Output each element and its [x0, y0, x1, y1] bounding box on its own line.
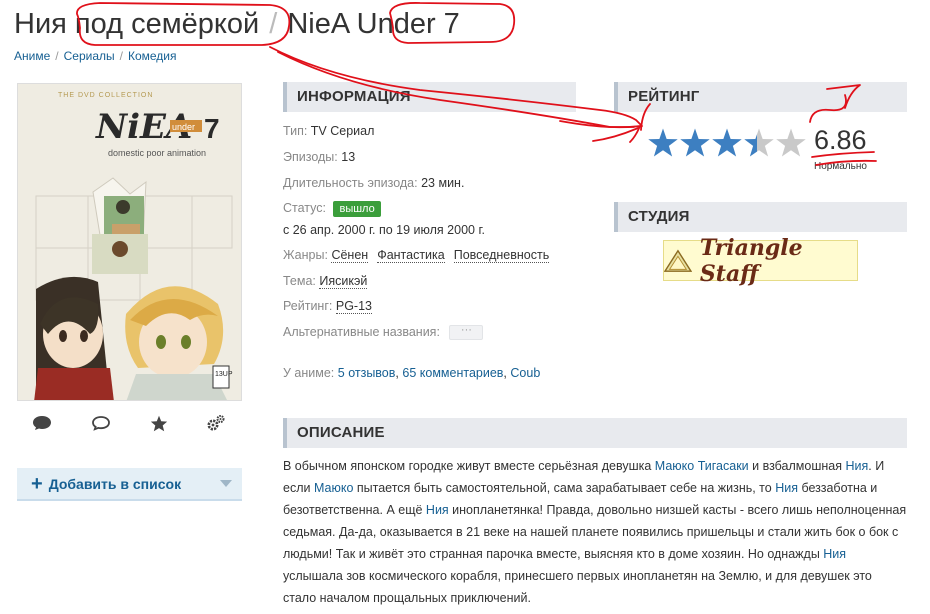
info-duration-row: Длительность эпизода: 23 мин.	[283, 176, 464, 190]
info-episodes-row: Эпизоды: 13	[283, 150, 355, 164]
title-separator: /	[269, 8, 278, 40]
poster-actions	[17, 412, 242, 436]
rating-stars	[648, 128, 806, 157]
character-link[interactable]: Ния	[775, 481, 798, 495]
info-theme-row: Тема: Иясикэй	[283, 274, 376, 289]
info-status-label: Статус:	[283, 201, 326, 215]
character-link[interactable]: Ния	[426, 503, 449, 517]
status-badge: вышло	[333, 201, 381, 217]
breadcrumb-separator: /	[55, 49, 59, 63]
breadcrumb-series[interactable]: Сериалы	[64, 49, 115, 63]
info-dates: с 26 апр. 2000 г. по 19 июля 2000 г.	[283, 223, 485, 237]
alt-names-expand-button[interactable]: ···	[449, 325, 484, 341]
info-dates-value: с 26 апр. 2000 г. по 19 июля 2000 г.	[283, 223, 485, 237]
info-duration-label: Длительность эпизода:	[283, 176, 418, 190]
character-link[interactable]: Ния	[823, 547, 846, 561]
star-icon[interactable]	[147, 412, 171, 434]
add-to-list-button[interactable]: + Добавить в список	[17, 468, 242, 501]
breadcrumb-comedy[interactable]: Комедия	[128, 49, 177, 63]
genre-link-shonen[interactable]: Сёнен	[331, 248, 369, 263]
info-genres-label: Жанры:	[283, 248, 328, 262]
rating-star-icon	[680, 128, 710, 157]
info-duration-value: 23 мин.	[421, 176, 465, 190]
info-alt-names-row: Альтернативные названия: ···	[283, 325, 484, 341]
description-text: В обычном японском городке живут вместе …	[283, 459, 907, 605]
info-type-label: Тип:	[283, 124, 308, 138]
plus-icon: +	[31, 472, 43, 495]
title-russian: Ния под семёркой	[14, 8, 260, 40]
breadcrumb-anime[interactable]: Аниме	[14, 49, 50, 63]
poster-logo-sub: under	[172, 122, 195, 132]
reviews-link[interactable]: 5 отзывов	[338, 366, 396, 380]
info-theme-label: Тема:	[283, 274, 316, 288]
poster-rating-stamp: 13UP	[215, 371, 233, 378]
theme-link[interactable]: Иясикэй	[319, 274, 368, 289]
coub-link[interactable]: Coub	[510, 366, 540, 380]
add-to-list-label: Добавить в список	[48, 475, 182, 492]
link-separator: ,	[503, 366, 507, 380]
info-type-value: TV Сериал	[310, 124, 375, 138]
rating-score-label: Нормально	[814, 161, 867, 172]
character-link[interactable]: Маюко	[314, 481, 353, 495]
poster-collection-text: THE DVD COLLECTION	[58, 92, 153, 99]
info-type-row: Тип: TV Сериал	[283, 124, 374, 138]
comments-icon[interactable]	[89, 412, 113, 434]
info-episodes-label: Эпизоды:	[283, 150, 338, 164]
rating-heading: РЕЙТИНГ	[614, 82, 907, 112]
breadcrumb: Аниме / Сериалы / Комедия	[14, 49, 177, 63]
comment-icon[interactable]	[30, 412, 54, 434]
rating-star-icon	[744, 128, 774, 157]
poster-tagline: domestic poor animation	[108, 148, 206, 158]
info-links-row: У аниме: 5 отзывов, 65 комментариев, Cou…	[283, 366, 540, 380]
title-english: NieA Under 7	[287, 8, 460, 40]
breadcrumb-separator: /	[119, 49, 123, 63]
rating-star-icon	[776, 128, 806, 157]
poster-image[interactable]: THE DVD COLLECTION NiEA under 7 domestic…	[17, 83, 242, 401]
info-rating-row: Рейтинг: PG-13	[283, 299, 381, 314]
genre-link-fantasy[interactable]: Фантастика	[377, 248, 445, 263]
info-heading: ИНФОРМАЦИЯ	[283, 82, 576, 112]
poster-logo-number: 7	[204, 113, 220, 144]
info-in-anime-label: У аниме:	[283, 366, 335, 380]
info-genres-row: Жанры: Сёнен Фантастика Повседневность	[283, 248, 558, 263]
info-rating-label: Рейтинг:	[283, 299, 333, 313]
link-separator: ,	[395, 366, 399, 380]
genre-link-slice-of-life[interactable]: Повседневность	[453, 248, 550, 263]
info-status-row: Статус: вышло	[283, 201, 381, 217]
info-alt-names-label: Альтернативные названия:	[283, 325, 440, 339]
comments-link[interactable]: 65 комментариев	[402, 366, 503, 380]
info-episodes-value: 13	[341, 150, 356, 164]
poster-artwork: THE DVD COLLECTION NiEA under 7 domestic…	[18, 84, 241, 400]
age-rating-link[interactable]: PG-13	[335, 299, 372, 314]
rating-star-icon	[712, 128, 742, 157]
gears-icon[interactable]	[204, 412, 228, 434]
studio-logo[interactable]: Triangle Staff	[663, 235, 858, 287]
studio-heading: СТУДИЯ	[614, 202, 907, 232]
studio-name: Triangle Staff	[699, 234, 803, 287]
triangle-icon	[664, 248, 692, 272]
description-heading: ОПИСАНИЕ	[283, 418, 907, 448]
chevron-down-icon[interactable]	[220, 480, 232, 487]
page-title: Ния под семёркой / NieA Under 7	[14, 8, 460, 41]
character-link[interactable]: Ния	[845, 459, 868, 473]
character-link[interactable]: Маюко Тигасаки	[655, 459, 749, 473]
rating-star-icon	[648, 128, 678, 157]
rating-score: 6.86	[814, 125, 867, 155]
